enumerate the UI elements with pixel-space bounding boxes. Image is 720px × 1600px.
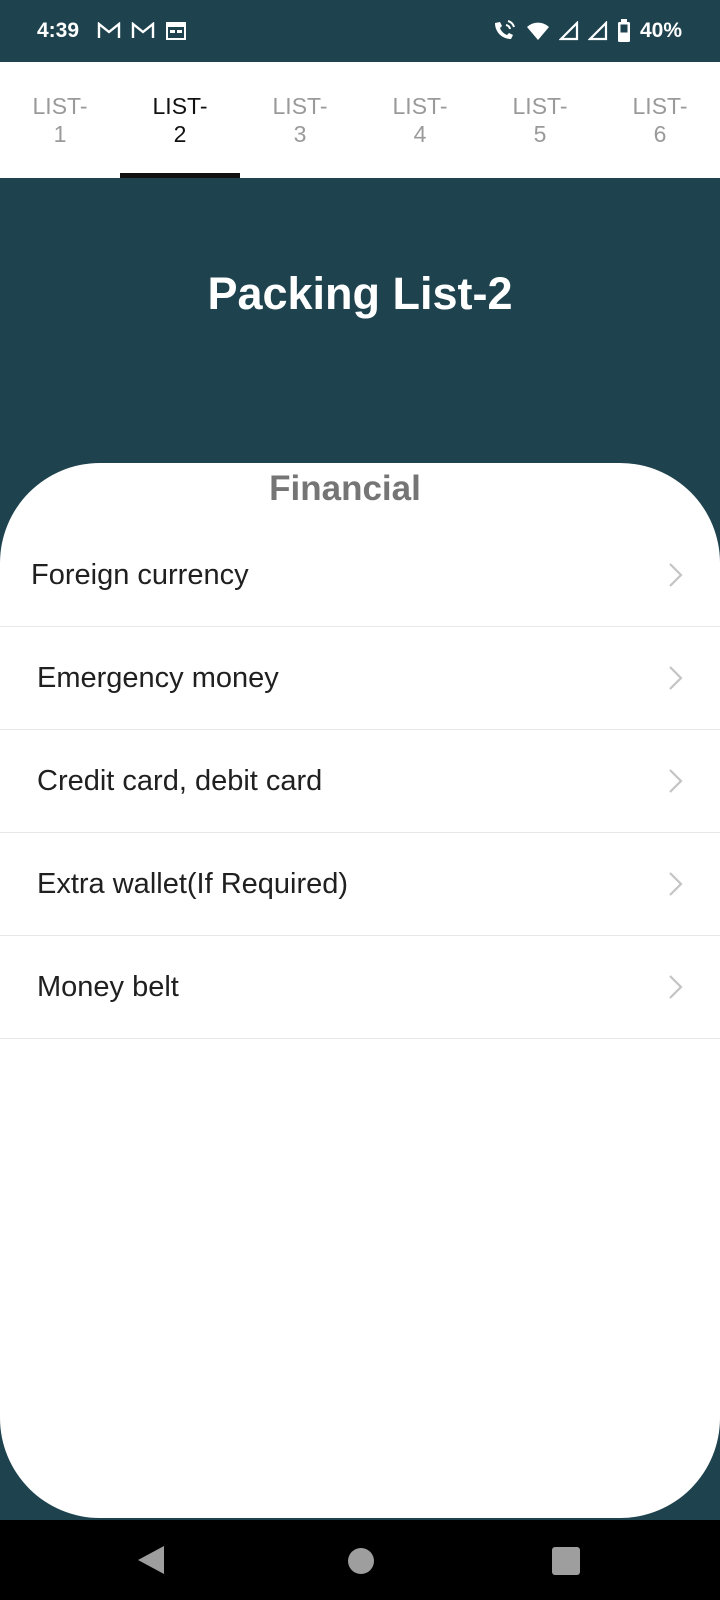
signal-icon <box>558 21 579 41</box>
status-right: 40% <box>491 19 682 43</box>
back-icon[interactable] <box>136 1544 166 1576</box>
list-item[interactable]: Credit card, debit card <box>0 730 720 833</box>
chevron-right-icon <box>668 768 684 794</box>
item-list: Foreign currency Emergency money Credit … <box>0 524 720 1039</box>
item-label: Money belt <box>37 970 179 1003</box>
tab-bar: LIST-1 LIST-2 LIST-3 LIST-4 LIST-5 LIST-… <box>0 62 720 178</box>
list-item[interactable]: Foreign currency <box>0 524 720 627</box>
status-time: 4:39 <box>37 19 80 42</box>
chevron-right-icon <box>668 562 684 588</box>
tab-list-5[interactable]: LIST-5 <box>480 62 600 178</box>
list-item[interactable]: Extra wallet(If Required) <box>0 833 720 936</box>
home-icon[interactable] <box>347 1547 375 1575</box>
chevron-right-icon <box>668 665 684 691</box>
gmail-icon <box>131 22 155 40</box>
list-item[interactable]: Emergency money <box>0 627 720 730</box>
tab-label: LIST-2 <box>152 93 208 147</box>
battery-icon <box>617 19 631 43</box>
status-bar: 4:39 40% <box>0 0 720 62</box>
signal-icon <box>587 21 608 41</box>
tab-label: LIST-4 <box>392 93 448 147</box>
page-title: Packing List-2 <box>207 268 513 319</box>
tab-list-6[interactable]: LIST-6 <box>600 62 720 178</box>
status-left: 4:39 <box>37 19 197 43</box>
tab-label: LIST-5 <box>512 93 568 147</box>
item-label: Foreign currency <box>31 558 249 591</box>
header: Packing List-2 <box>0 178 720 463</box>
tab-label: LIST-6 <box>632 93 688 147</box>
tab-list-2[interactable]: LIST-2 <box>120 62 240 178</box>
wifi-calling-icon <box>491 19 517 43</box>
tab-list-3[interactable]: LIST-3 <box>240 62 360 178</box>
section-title: Financial <box>269 469 421 508</box>
battery-percent: 40% <box>639 19 682 42</box>
item-label: Extra wallet(If Required) <box>37 867 349 900</box>
list-card: Financial Foreign currency Emergency mon… <box>0 463 720 1518</box>
item-label: Credit card, debit card <box>37 764 323 797</box>
chevron-right-icon <box>668 871 684 897</box>
tab-list-1[interactable]: LIST-1 <box>0 62 120 178</box>
item-label: Emergency money <box>37 661 279 694</box>
tab-label: LIST-3 <box>272 93 328 147</box>
tab-list-4[interactable]: LIST-4 <box>360 62 480 178</box>
recents-icon[interactable] <box>552 1547 580 1575</box>
chevron-right-icon <box>668 974 684 1000</box>
wifi-icon <box>526 21 550 41</box>
tab-label: LIST-1 <box>32 93 88 147</box>
list-item[interactable]: Money belt <box>0 936 720 1039</box>
calendar-icon <box>165 21 187 41</box>
gmail-icon <box>97 22 121 40</box>
navigation-bar <box>0 1520 720 1600</box>
